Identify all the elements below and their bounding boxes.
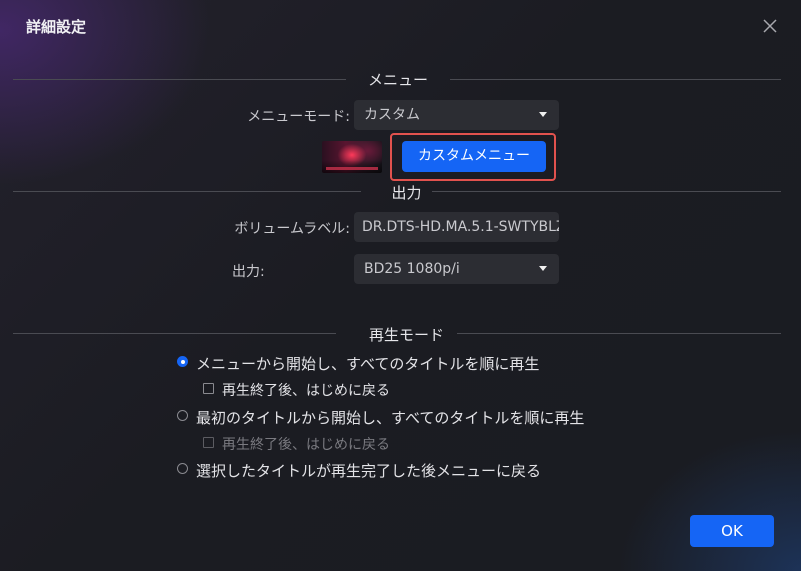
return-to-start-checkbox-2: 再生終了後、はじめに戻る xyxy=(203,434,403,454)
chevron-down-icon xyxy=(539,112,547,117)
playback-option-2-label: 最初のタイトルから開始し、すべてのタイトルを順に再生 xyxy=(196,409,585,427)
checkbox[interactable] xyxy=(203,383,214,394)
close-icon[interactable] xyxy=(761,17,779,35)
output-label: 出力: xyxy=(232,264,265,280)
output-section-heading: 出力 xyxy=(391,184,422,202)
checkbox-disabled xyxy=(203,437,214,448)
menu-section-heading: メニュー xyxy=(367,71,428,89)
output-section-divider-left xyxy=(13,191,361,192)
playback-option-3-label: 選択したタイトルが再生完了した後メニューに戻る xyxy=(196,462,542,480)
volume-label-input[interactable]: DR.DTS-HD.MA.5.1-SWTYBLZ xyxy=(354,212,559,242)
playback-option-1[interactable]: メニューから開始し、すべてのタイトルを順に再生 xyxy=(177,353,557,373)
output-select[interactable]: BD25 1080p/i xyxy=(354,254,559,284)
menu-mode-value: カスタム xyxy=(364,107,420,123)
playback-section-divider-right xyxy=(457,333,781,334)
playback-option-3[interactable]: 選択したタイトルが再生完了した後メニューに戻る xyxy=(177,460,557,480)
radio-button[interactable] xyxy=(177,463,188,474)
volume-label-label: ボリュームラベル: xyxy=(234,221,350,237)
output-value: BD25 1080p/i xyxy=(364,261,460,277)
custom-menu-button[interactable]: カスタムメニュー xyxy=(402,141,546,172)
dialog-title: 詳細設定 xyxy=(26,18,87,36)
return-to-start-label-2: 再生終了後、はじめに戻る xyxy=(222,437,390,453)
playback-section-divider-left xyxy=(13,333,336,334)
menu-mode-select[interactable]: カスタム xyxy=(354,100,559,130)
playback-option-1-label: メニューから開始し、すべてのタイトルを順に再生 xyxy=(196,355,540,373)
menu-mode-label: メニューモード: xyxy=(247,109,350,125)
return-to-start-checkbox-1[interactable]: 再生終了後、はじめに戻る xyxy=(203,380,403,400)
chevron-down-icon xyxy=(539,266,547,271)
radio-button[interactable] xyxy=(177,410,188,421)
return-to-start-label-1: 再生終了後、はじめに戻る xyxy=(222,383,390,399)
menu-section-divider-right xyxy=(450,79,781,80)
menu-thumbnail xyxy=(322,141,382,173)
ok-button[interactable]: OK xyxy=(690,515,774,547)
playback-option-2[interactable]: 最初のタイトルから開始し、すべてのタイトルを順に再生 xyxy=(177,407,584,427)
output-section-divider-right xyxy=(432,191,781,192)
radio-button-selected[interactable] xyxy=(177,356,188,367)
menu-section-divider-left xyxy=(13,79,346,80)
playback-section-heading: 再生モード xyxy=(368,326,444,344)
